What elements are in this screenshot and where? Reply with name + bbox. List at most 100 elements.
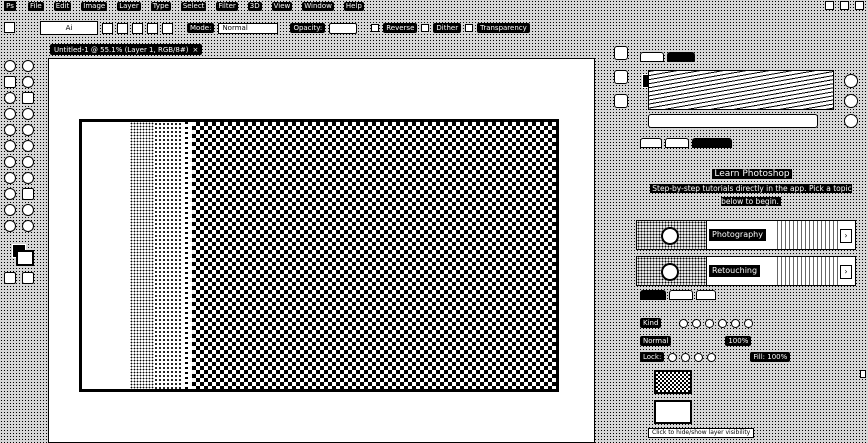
tab-color[interactable] — [640, 52, 664, 62]
history-brush-tool-icon[interactable] — [22, 140, 34, 152]
clone-stamp-tool-icon[interactable] — [4, 140, 16, 152]
kind-filter[interactable]: Kind — [640, 318, 662, 328]
eyedropper-tool-icon[interactable] — [22, 108, 34, 120]
gradient-linear-icon[interactable] — [102, 22, 113, 34]
shape-tool-icon[interactable] — [22, 204, 34, 216]
fill-input[interactable]: Fill: 100% — [750, 352, 791, 362]
topic-label: Retouching — [709, 265, 761, 277]
type-tool-icon[interactable] — [22, 188, 34, 200]
tab-layers[interactable] — [640, 290, 666, 300]
tab-learn[interactable] — [692, 138, 732, 148]
menu-file[interactable]: File — [28, 1, 44, 11]
document-tab-title: Untitled-1 @ 55.1% (Layer 1, RGB/8#) — [54, 45, 189, 54]
photoshop-logo: Ps — [4, 1, 16, 11]
tab-channels[interactable] — [669, 290, 693, 300]
canvas-workspace[interactable] — [48, 58, 595, 443]
menu-image[interactable]: Image — [81, 1, 108, 11]
transparency-label: Transparency — [477, 23, 530, 33]
zoom-tool-icon[interactable] — [22, 220, 34, 232]
options-bar: Ai Mode: Normal Opacity: 100% Reverse Di… — [0, 18, 868, 38]
learn-panel: Learn Photoshop Step-by-step tutorials d… — [636, 136, 868, 286]
filter-shape-icon[interactable] — [718, 318, 728, 328]
transparency-checkerboard — [192, 122, 556, 389]
layer-opacity-input[interactable]: 100% — [725, 336, 752, 346]
chevron-right-icon[interactable]: › — [840, 229, 852, 243]
adjustments-panel-icon[interactable] — [614, 94, 628, 108]
frame-tool-icon[interactable] — [4, 108, 16, 120]
tab-libraries[interactable] — [640, 138, 662, 148]
menu-help[interactable]: Help — [343, 1, 364, 11]
quick-mask-icon[interactable] — [4, 272, 16, 284]
minimize-button[interactable] — [825, 1, 834, 10]
filter-type-icon[interactable] — [705, 318, 715, 328]
tab-swatches[interactable] — [667, 52, 695, 62]
healing-brush-tool-icon[interactable] — [4, 124, 16, 136]
crop-tool-icon[interactable] — [22, 92, 34, 104]
lock-transparency-icon[interactable] — [668, 352, 678, 362]
lock-pixels-icon[interactable] — [681, 352, 691, 362]
tab-paths[interactable] — [696, 290, 716, 300]
path-selection-tool-icon[interactable] — [4, 204, 16, 216]
dodge-tool-icon[interactable] — [22, 172, 34, 184]
quick-select-tool-icon[interactable] — [4, 92, 16, 104]
gradient-angle-icon[interactable] — [132, 22, 143, 34]
lock-all-icon[interactable] — [707, 352, 717, 362]
topic-card-photography[interactable]: Photography › — [636, 220, 856, 250]
chevron-right-icon[interactable]: › — [840, 265, 852, 279]
transparency-checkbox[interactable] — [465, 24, 474, 32]
menu-filter[interactable]: Filter — [216, 1, 238, 11]
lasso-tool-icon[interactable] — [22, 76, 34, 88]
gradient-diamond-icon[interactable] — [162, 22, 173, 34]
color-spectrum[interactable] — [648, 70, 834, 110]
close-document-icon[interactable]: × — [192, 46, 198, 54]
close-window-button[interactable] — [855, 1, 864, 10]
layer-1-thumbnail[interactable] — [654, 370, 692, 394]
brush-tool-icon[interactable] — [22, 124, 34, 136]
topic-card-retouching[interactable]: Retouching › — [636, 256, 856, 286]
panel-button-2-icon[interactable] — [844, 94, 858, 108]
blend-mode-select[interactable]: Normal — [640, 336, 672, 346]
mode-select[interactable]: Normal — [218, 22, 279, 34]
background-layer-thumbnail[interactable] — [654, 400, 692, 424]
menu-layer[interactable]: Layer — [117, 1, 141, 11]
color-panel — [636, 50, 868, 138]
tab-adjustments[interactable] — [665, 138, 689, 148]
screen-mode-icon[interactable] — [22, 272, 34, 284]
maximize-button[interactable] — [840, 1, 849, 10]
menu-window[interactable]: Window — [302, 1, 334, 11]
tool-preset-picker[interactable]: Ai — [40, 21, 98, 35]
pen-tool-icon[interactable] — [4, 188, 16, 200]
color-slider[interactable] — [648, 114, 818, 128]
menu-view[interactable]: View — [271, 1, 293, 11]
lock-position-icon[interactable] — [694, 352, 704, 362]
filter-adjustment-icon[interactable] — [692, 318, 702, 328]
history-panel-icon[interactable] — [614, 46, 628, 60]
document-canvas[interactable] — [79, 119, 559, 392]
gradient-radial-icon[interactable] — [117, 22, 128, 34]
panel-button-1-icon[interactable] — [844, 74, 858, 88]
gradient-tool-icon[interactable] — [22, 156, 34, 168]
menu-3d[interactable]: 3D — [247, 1, 262, 11]
filter-toggle-icon[interactable] — [744, 318, 754, 328]
move-tool-icon[interactable] — [4, 60, 16, 72]
menu-type[interactable]: Type — [150, 1, 171, 11]
foreground-color-swatch[interactable] — [16, 250, 34, 266]
blur-tool-icon[interactable] — [4, 172, 16, 184]
dither-checkbox[interactable] — [421, 24, 430, 32]
menu-select[interactable]: Select — [180, 1, 207, 11]
properties-panel-icon[interactable] — [614, 70, 628, 84]
hand-tool-icon[interactable] — [4, 220, 16, 232]
marquee-tool-icon[interactable] — [4, 76, 16, 88]
artboard-tool-icon[interactable] — [22, 60, 34, 72]
filter-smart-object-icon[interactable] — [731, 318, 741, 328]
opacity-input[interactable]: 100% — [329, 22, 358, 34]
gradient-reflected-icon[interactable] — [147, 22, 158, 34]
filter-pixel-icon[interactable] — [679, 318, 689, 328]
reverse-checkbox[interactable] — [371, 24, 380, 32]
menu-edit[interactable]: Edit — [53, 1, 72, 11]
layers-scrollbar[interactable] — [860, 370, 866, 378]
panel-button-3-icon[interactable] — [844, 114, 858, 128]
home-icon[interactable] — [4, 22, 15, 33]
eraser-tool-icon[interactable] — [4, 156, 16, 168]
document-tab[interactable]: Untitled-1 @ 55.1% (Layer 1, RGB/8#) × — [50, 44, 203, 55]
